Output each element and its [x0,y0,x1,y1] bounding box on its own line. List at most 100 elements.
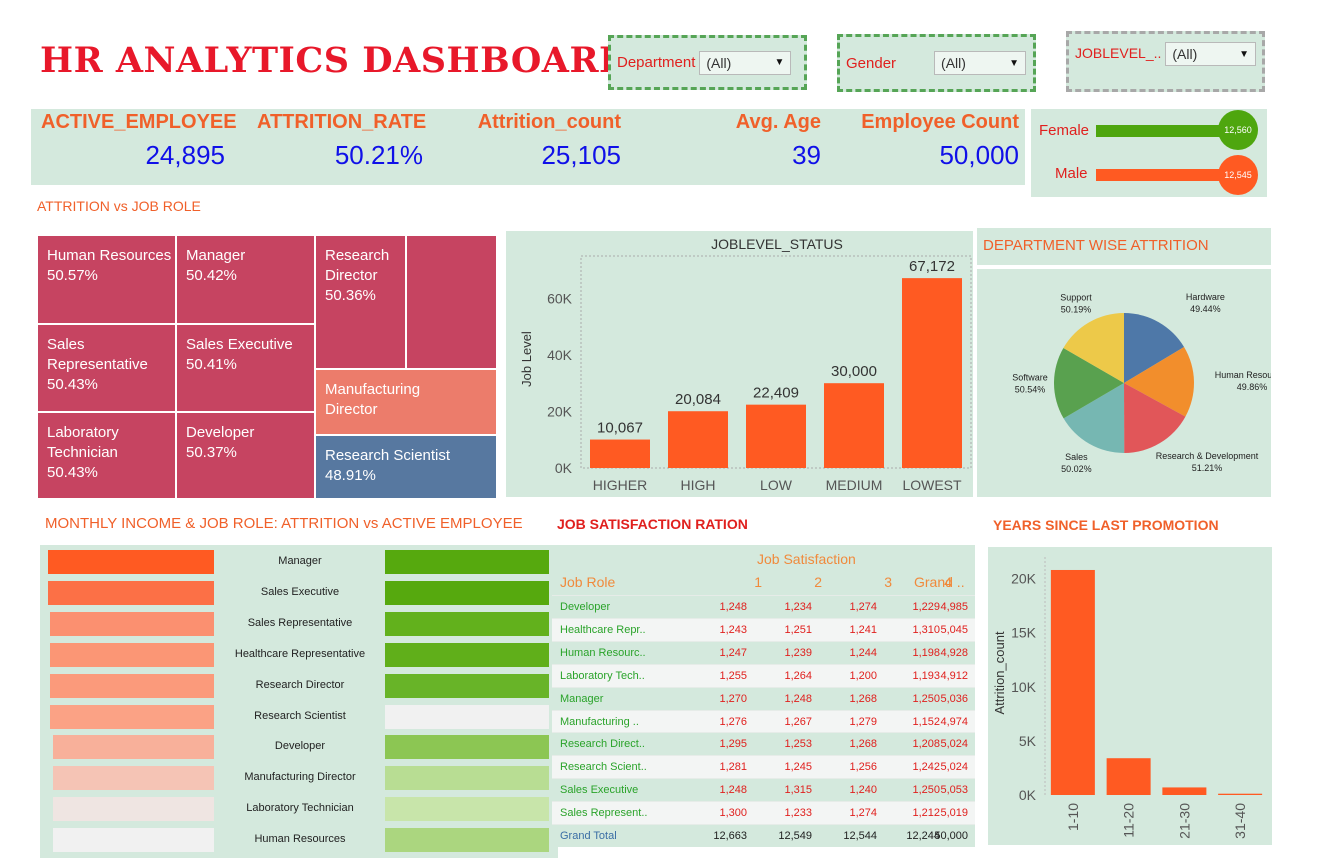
promotion-bar[interactable] [1218,793,1263,795]
pie-slice-name: Hardware [1186,292,1225,302]
table-row[interactable]: Healthcare Repr.. 1,243 1,251 1,241 1,310 5,0… [552,617,975,641]
department-filter-label: Department [617,54,696,71]
joblevel-select[interactable]: (All) ▼ [1165,42,1256,66]
dept-title: DEPARTMENT WISE ATTRITION [983,237,1209,254]
jobsat-value-cell: 1,234 [784,601,812,613]
treemap-cell[interactable]: Sales Executive 50.41% [176,324,315,412]
jobsat-column-header[interactable]: 2 [772,574,822,590]
department-filter[interactable]: Department (All) ▼ [608,35,807,90]
jobsat-value-cell: 1,270 [719,692,747,705]
active-income-bar [385,642,549,667]
treemap-cell[interactable]: Developer 50.37% [176,412,315,499]
kpi-attrition-rate: ATTRITION_RATE 50.21% [257,109,427,171]
income-row[interactable]: Manufacturing Director [40,766,558,791]
table-row[interactable]: Manager 1,270 1,248 1,268 1,250 5,036 [552,686,975,710]
joblevel-filter-label: JOBLEVEL_.. [1075,45,1162,61]
treemap-cell-name: Research Scientist [325,447,451,464]
jobsat-column-header[interactable]: Grand .. [914,574,974,590]
income-row[interactable]: Sales Executive [40,580,558,606]
kpi-label: Attrition_count [477,111,621,133]
y-tick-label: 20K [547,403,573,419]
jobsat-value-cell: 12,544 [843,830,877,842]
joblevel-bar[interactable] [668,411,728,468]
y-tick-label: 40K [547,347,573,363]
attrition-income-bar [53,735,214,760]
table-row[interactable]: Human Resourc.. 1,247 1,239 1,244 1,198 4,928 [552,640,975,664]
jobsat-value-cell: 1,248 [784,692,812,705]
jobsat-value-cell: 5,024 [940,761,968,774]
table-row[interactable]: Developer 1,248 1,234 1,274 1,229 4,985 [552,595,975,618]
income-row[interactable]: Human Resources [40,828,558,853]
bar-data-label: 22,409 [753,385,799,402]
pie-slice-name: Human Resources [1215,370,1271,380]
attrition-income-bar [50,704,214,729]
treemap-cell[interactable]: Sales Representative 50.43% [37,324,176,412]
attrition-income-bar [48,550,214,574]
promotion-bar[interactable] [1050,569,1095,795]
treemap-cell[interactable]: Research Scientist 48.91% [315,435,497,499]
jobsat-column-header[interactable]: Job Role [560,574,690,590]
attrition-income-bar [50,673,214,698]
department-select[interactable]: (All) ▼ [699,50,792,75]
joblevel-filter[interactable]: JOBLEVEL_.. (All) ▼ [1066,31,1265,92]
joblevel-bar[interactable] [902,278,962,468]
kpi-employee-count: Employee Count 50,000 [849,109,1019,171]
x-tick-label: MEDIUM [826,477,883,493]
promotion-y-label: Attrition_count [992,631,1007,714]
income-role-label: Laboratory Technician [246,802,354,815]
treemap-cell[interactable]: Manufacturing Director [315,369,497,435]
table-row[interactable]: Research Direct.. 1,295 1,253 1,268 1,208 5,0… [552,732,975,756]
pie-slice-value: 49.44% [1190,304,1221,314]
treemap-cell[interactable]: Laboratory Technician 50.43% [37,412,176,499]
jobsat-value-cell: 5,036 [940,692,968,705]
treemap-cell[interactable]: Research Director 50.36% [315,235,406,369]
income-row[interactable]: Healthcare Representative [40,642,558,668]
jobsat-table-panel: Job Satisfaction Job Role 1 2 3 4 Grand .. Dev… [552,545,975,847]
income-row[interactable]: Manager [40,550,558,575]
joblevel-bar[interactable] [590,439,650,468]
jobsat-value-cell: 5,053 [940,784,968,797]
promotion-bar[interactable] [1106,758,1151,795]
promotion-bar[interactable] [1162,787,1207,795]
treemap-cell-name: Laboratory Technician [47,424,119,461]
treemap-cell[interactable]: Manager 50.42% [176,235,315,324]
income-row[interactable]: Laboratory Technician [40,797,558,822]
joblevel-y-label: Job Level [519,331,534,387]
joblevel-bar[interactable] [746,404,806,468]
active-income-bar [385,704,549,729]
joblevel-chart-title: JOBLEVEL_STATUS [711,236,843,252]
gender-filter[interactable]: Gender (All) ▼ [837,34,1036,92]
jobsat-value-cell: 1,268 [849,738,877,751]
jobsat-value-cell: 5,019 [940,807,968,820]
income-row[interactable]: Research Scientist [40,704,558,730]
kpi-label: ATTRITION_RATE [257,111,427,133]
treemap-cell[interactable] [406,235,497,369]
gender-label-male: Male [1055,165,1088,182]
jobsat-value-cell: 5,045 [940,623,968,636]
table-row[interactable]: Laboratory Tech.. 1,255 1,264 1,200 1,193 4,9… [552,663,975,687]
table-row[interactable]: Sales Represent.. 1,300 1,233 1,274 1,212 5,0… [552,801,975,824]
table-row[interactable]: Sales Executive 1,248 1,315 1,240 1,250 5,053 [552,778,975,802]
income-row[interactable]: Research Director [40,673,558,699]
kpi-label: Employee Count [861,111,1019,133]
jobsat-value-cell: 1,281 [719,761,747,774]
jobsat-value-cell: 1,200 [849,669,877,682]
male-value-bubble: 12,545 [1218,155,1258,195]
treemap-cell-name: Developer [186,424,255,441]
kpi-active-employee: ACTIVE_EMPLOYEE 24,895 [41,109,237,171]
income-row[interactable]: Developer [40,735,558,760]
joblevel-bar[interactable] [824,383,884,468]
jobsat-value-cell: 1,274 [849,807,877,820]
treemap-cell[interactable]: Human Resources 50.57% [37,235,176,324]
attrition-income-bar [48,580,214,605]
jobsat-column-header[interactable]: 3 [842,574,892,590]
jobsat-column-header[interactable]: 1 [712,574,762,590]
promotion-bar-chart: Attrition_count 0K 5K 10K 15K 20K 1-10 11-20 21… [992,557,1263,839]
gender-select[interactable]: (All) ▼ [934,51,1027,75]
table-row[interactable]: Research Scient.. 1,281 1,245 1,256 1,242 5,0… [552,755,975,779]
jobsat-total-row[interactable]: Grand Total 12,663 12,549 12,544 12,244 50,00… [552,824,975,847]
jobsat-value-cell: 1,274 [849,601,877,613]
table-row[interactable]: Manufacturing .. 1,276 1,267 1,279 1,152 4,97… [552,709,975,733]
active-income-bar [385,828,549,853]
income-row[interactable]: Sales Representative [40,611,558,637]
